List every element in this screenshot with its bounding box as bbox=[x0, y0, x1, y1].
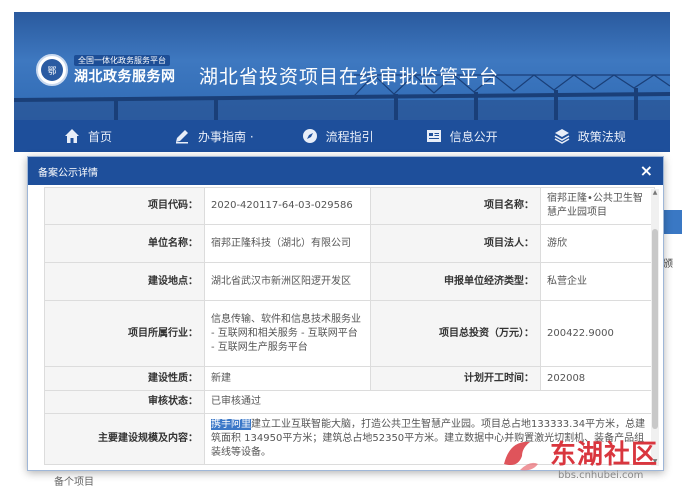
detail-modal: 备案公示详情 × 项目代码： 2020-420117-64-03-029586 … bbox=[27, 156, 664, 471]
start-time-label: 计划开工时间： bbox=[370, 366, 541, 391]
table-row: 项目所属行业： 信息传输、软件和信息技术服务业 - 互联网和相关服务 - 互联网… bbox=[44, 300, 655, 367]
investment-label: 项目总投资（万元）： bbox=[370, 300, 541, 367]
nav-item-home[interactable]: 首页 bbox=[64, 120, 112, 152]
nav-label: 首页 bbox=[88, 129, 113, 144]
table-row: 建设性质： 新建 计划开工时间： 202008 bbox=[44, 366, 655, 391]
watermark-brand: 东湖社区 bbox=[550, 440, 659, 470]
watermark-url: bbs.cnhubei.com bbox=[558, 470, 644, 481]
investment-value: 200422.9000 bbox=[540, 300, 655, 367]
detail-table: 项目代码： 2020-420117-64-03-029586 项目名称： 宿邦正… bbox=[44, 187, 655, 465]
watermark-logo-icon bbox=[504, 441, 538, 471]
scroll-up-icon[interactable]: ▲ bbox=[651, 189, 659, 197]
industry-value: 信息传输、软件和信息技术服务业 - 互联网和相关服务 - 互联网平台 - 互联网… bbox=[204, 300, 371, 367]
industry-label: 项目所属行业： bbox=[44, 300, 205, 367]
pen-icon bbox=[174, 128, 190, 144]
table-row: 单位名称： 宿邦正隆科技（湖北）有限公司 项目法人： 游欣 bbox=[44, 224, 655, 263]
project-name-value: 宿邦正隆•公共卫生智慧产业园项目 bbox=[540, 187, 655, 225]
audit-value: 已审核通过 bbox=[204, 390, 655, 414]
unit-type-label: 申报单位经济类型： bbox=[370, 262, 541, 301]
project-code-value: 2020-420117-64-03-029586 bbox=[204, 187, 371, 225]
nature-value: 新建 bbox=[204, 366, 371, 391]
table-row: 项目代码： 2020-420117-64-03-029586 项目名称： 宿邦正… bbox=[44, 187, 655, 225]
unit-name-label: 单位名称： bbox=[44, 224, 205, 263]
layers-icon bbox=[554, 128, 570, 144]
nav-label: 流程指引 bbox=[325, 129, 374, 144]
start-time-value: 202008 bbox=[540, 366, 655, 391]
modal-scrollbar[interactable]: ▲ ▼ bbox=[651, 189, 659, 466]
nav-item-policy[interactable]: 政策法规 bbox=[554, 120, 626, 152]
location-label: 建设地点： bbox=[44, 262, 205, 301]
logo-subtitle: 全国一体化政务服务平台 bbox=[74, 54, 170, 66]
site-title: 湖北省投资项目在线审批监管平台 bbox=[199, 66, 500, 88]
nav-item-process[interactable]: 流程指引 bbox=[302, 120, 374, 152]
header-banner: 鄂 全国一体化政务服务平台 湖北政务服务网 湖北省投资项目在线审批监管平台 bbox=[14, 12, 670, 120]
selected-text[interactable]: 携手阿里 bbox=[211, 419, 251, 430]
table-row: 建设地点： 湖北省武汉市新洲区阳逻开发区 申报单位经济类型： 私营企业 bbox=[44, 262, 655, 301]
nature-label: 建设性质： bbox=[44, 366, 205, 391]
location-value: 湖北省武汉市新洲区阳逻开发区 bbox=[204, 262, 371, 301]
nav-label: 信息公开 bbox=[449, 129, 498, 144]
side-text: 颁 bbox=[663, 259, 673, 270]
page: 鄂 全国一体化政务服务平台 湖北政务服务网 湖北省投资项目在线审批监管平台 首页… bbox=[0, 0, 682, 490]
watermark: 东湖社区 bbs.cnhubei.com bbox=[500, 430, 682, 490]
main-nav: 首页 办事指南 · 流程指引 信息公开 政策法规 bbox=[14, 120, 670, 152]
nav-label: 办事指南 · bbox=[198, 129, 254, 144]
logo-title: 湖北政务服务网 bbox=[74, 68, 176, 85]
scroll-thumb[interactable] bbox=[652, 229, 658, 429]
modal-body: 项目代码： 2020-420117-64-03-029586 项目名称： 宿邦正… bbox=[28, 185, 663, 470]
nav-item-info[interactable]: 信息公开 bbox=[426, 120, 498, 152]
home-icon bbox=[64, 128, 80, 144]
scale-label: 主要建设规模及内容： bbox=[44, 413, 205, 465]
legal-person-value: 游欣 bbox=[540, 224, 655, 263]
background-list-item: 备个项目 bbox=[54, 477, 94, 488]
project-code-label: 项目代码： bbox=[44, 187, 205, 225]
emblem-icon: 鄂 bbox=[36, 54, 68, 86]
table-row: 审核状态： 已审核通过 bbox=[44, 390, 655, 414]
project-name-label: 项目名称： bbox=[370, 187, 541, 225]
document-icon bbox=[426, 128, 442, 144]
modal-header: 备案公示详情 × bbox=[28, 157, 663, 185]
nav-label: 政策法规 bbox=[577, 129, 626, 144]
unit-name-value: 宿邦正隆科技（湖北）有限公司 bbox=[204, 224, 371, 263]
compass-icon bbox=[302, 128, 318, 144]
site-logo[interactable]: 鄂 全国一体化政务服务平台 湖北政务服务网 bbox=[36, 54, 176, 86]
modal-title: 备案公示详情 bbox=[38, 167, 98, 179]
unit-type-value: 私营企业 bbox=[540, 262, 655, 301]
nav-item-guide[interactable]: 办事指南 · bbox=[174, 120, 254, 152]
audit-label: 审核状态： bbox=[44, 390, 205, 414]
close-icon[interactable]: × bbox=[640, 163, 653, 179]
legal-person-label: 项目法人： bbox=[370, 224, 541, 263]
